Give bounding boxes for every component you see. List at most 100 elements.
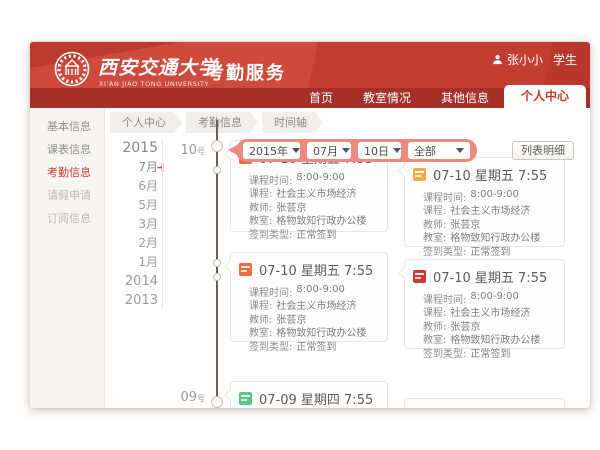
card-title: 07-10 星期五 7:55 — [433, 165, 547, 184]
sidebar-menu: 基本信息 课表信息 考勤信息 请假申请 订阅信息 — [30, 115, 104, 230]
breadcrumb-personal-center[interactable]: 个人中心 — [110, 112, 182, 133]
field-label: 教室: — [249, 212, 272, 225]
month-select-value: 07月 — [313, 143, 338, 159]
timeline-node — [213, 166, 221, 174]
filter-bubble: 2015年 07月 10日 全部 — [236, 139, 477, 162]
scale-year-2014[interactable]: 2014 — [105, 272, 158, 291]
timeline-node-day09 — [211, 396, 223, 408]
nav-item-classrooms[interactable]: 教室情况 — [348, 88, 426, 108]
user-icon — [492, 54, 503, 65]
timeline-node — [213, 273, 221, 281]
chevron-down-icon — [342, 148, 350, 153]
sidebar-item-basic-info[interactable]: 基本信息 — [30, 115, 104, 138]
university-logo-icon — [54, 51, 90, 87]
scale-year-2013[interactable]: 2013 — [105, 291, 158, 310]
field-label: 教室: — [249, 324, 272, 337]
field-label: 签到类型: — [423, 345, 466, 358]
chevron-down-icon — [456, 148, 464, 153]
field-label: 签到类型: — [249, 226, 292, 239]
user-name: 张小小 — [507, 51, 543, 68]
month-select[interactable]: 07月 — [307, 142, 351, 159]
field-value: 张芸京 — [276, 311, 306, 324]
nav-item-home[interactable]: 首页 — [294, 88, 348, 108]
year-select-value: 2015年 — [249, 143, 288, 159]
field-value: 正常签到 — [470, 345, 510, 358]
field-label: 教师: — [423, 216, 446, 229]
calendar-icon — [239, 263, 252, 276]
type-select[interactable]: 全部 — [408, 142, 470, 159]
field-label: 教师: — [423, 318, 446, 331]
field-label: 课程时间: — [249, 284, 292, 297]
year-select[interactable]: 2015年 — [243, 142, 300, 159]
nav-row: 首页 教室情况 其他信息 个人中心 — [294, 85, 586, 108]
scale-month-july[interactable]: 7月 — [105, 158, 158, 177]
attendance-card-stub — [404, 398, 565, 408]
field-label: 课程: — [249, 185, 272, 198]
breadcrumb-attendance-info[interactable]: 考勤信息 — [186, 112, 258, 133]
field-label: 课程时间: — [423, 291, 466, 304]
field-value: 8:00-9:00 — [470, 291, 519, 304]
scale-month-february[interactable]: 2月 — [105, 234, 158, 253]
field-label: 教师: — [249, 311, 272, 324]
day-select-value: 10日 — [364, 143, 389, 159]
scale-divider — [162, 138, 163, 310]
calendar-icon — [413, 270, 426, 283]
type-select-value: 全部 — [414, 143, 436, 159]
field-value: 社会主义市场经济 — [276, 297, 356, 310]
nav-item-other-info[interactable]: 其他信息 — [426, 88, 504, 108]
scale-year-2015[interactable]: 2015 — [105, 139, 158, 158]
chevron-down-icon — [292, 148, 300, 153]
field-value: 8:00-9:00 — [470, 189, 519, 202]
field-value: 格物致知行政办公楼 — [276, 324, 366, 337]
scale-month-june[interactable]: 6月 — [105, 177, 158, 196]
field-label: 教室: — [423, 229, 446, 242]
field-value: 格物致知行政办公楼 — [276, 212, 366, 225]
field-label: 课程时间: — [423, 189, 466, 202]
attendance-card: 07-10 星期五 7:55 课程时间: 8:00-9:00 课程: 社会主义市场经… — [404, 157, 565, 247]
attendance-card: 07-09 星期四 7:55 — [230, 381, 388, 408]
card-title: 07-09 星期四 7:55 — [259, 389, 373, 408]
university-name-en: XI'AN JIAO TONG UNIVERSITY — [99, 80, 209, 88]
user-role: 学生 — [553, 51, 577, 68]
field-label: 课程: — [423, 202, 446, 215]
field-value: 社会主义市场经济 — [450, 202, 530, 215]
sidebar-item-schedule-info[interactable]: 课表信息 — [30, 138, 104, 161]
day-marker-09: 09号 — [171, 390, 205, 405]
list-detail-button[interactable]: 列表明细 — [512, 141, 574, 160]
scale-month-january[interactable]: 1月 — [105, 253, 158, 272]
timeline-scale: 2015 7月 6月 5月 3月 2月 1月 2014 2013 — [105, 139, 158, 310]
page: 西安交通大学 XI'AN JIAO TONG UNIVERSITY 考勤服务 张… — [0, 0, 600, 450]
sidebar-item-attendance-info[interactable]: 考勤信息 — [30, 161, 104, 184]
card-title: 07-10 星期五 7:55 — [433, 267, 547, 286]
field-label: 课程: — [423, 304, 446, 317]
timeline-node-day10 — [211, 140, 223, 152]
field-label: 签到类型: — [249, 338, 292, 351]
app-header: 西安交通大学 XI'AN JIAO TONG UNIVERSITY 考勤服务 张… — [30, 42, 590, 108]
app-title: 考勤服务 — [206, 59, 286, 85]
app-window: 西安交通大学 XI'AN JIAO TONG UNIVERSITY 考勤服务 张… — [30, 42, 590, 408]
scale-month-label: 7月 — [138, 160, 158, 174]
scale-month-may[interactable]: 5月 — [105, 196, 158, 215]
field-value: 张芸京 — [276, 199, 306, 212]
timeline-node — [213, 259, 221, 267]
day-select[interactable]: 10日 — [358, 142, 401, 159]
calendar-icon — [413, 168, 426, 181]
nav-tab-personal-center[interactable]: 个人中心 — [504, 85, 586, 108]
field-value: 张芸京 — [450, 318, 480, 331]
field-value: 张芸京 — [450, 216, 480, 229]
attendance-card: 07-10 星期五 7:55 课程时间:8:00-9:00 课程:社会主义市场经… — [230, 252, 388, 342]
user-info[interactable]: 张小小 学生 — [492, 51, 577, 68]
sidebar-item-subscription-info[interactable]: 订阅信息 — [30, 207, 104, 230]
field-value: 正常签到 — [296, 338, 336, 351]
calendar-icon — [239, 392, 252, 405]
field-value: 社会主义市场经济 — [276, 185, 356, 198]
field-label: 签到类型: — [423, 243, 466, 256]
breadcrumb-timeline[interactable]: 时间轴 — [262, 112, 323, 133]
university-name-cn: 西安交通大学 — [98, 53, 218, 80]
sidebar-item-leave-request[interactable]: 请假申请 — [30, 184, 104, 207]
sidebar: 基本信息 课表信息 考勤信息 请假申请 订阅信息 — [30, 108, 105, 408]
field-value: 8:00-9:00 — [296, 172, 345, 185]
scale-month-march[interactable]: 3月 — [105, 215, 158, 234]
field-value: 社会主义市场经济 — [450, 304, 530, 317]
field-value: 格物致知行政办公楼 — [450, 229, 540, 242]
